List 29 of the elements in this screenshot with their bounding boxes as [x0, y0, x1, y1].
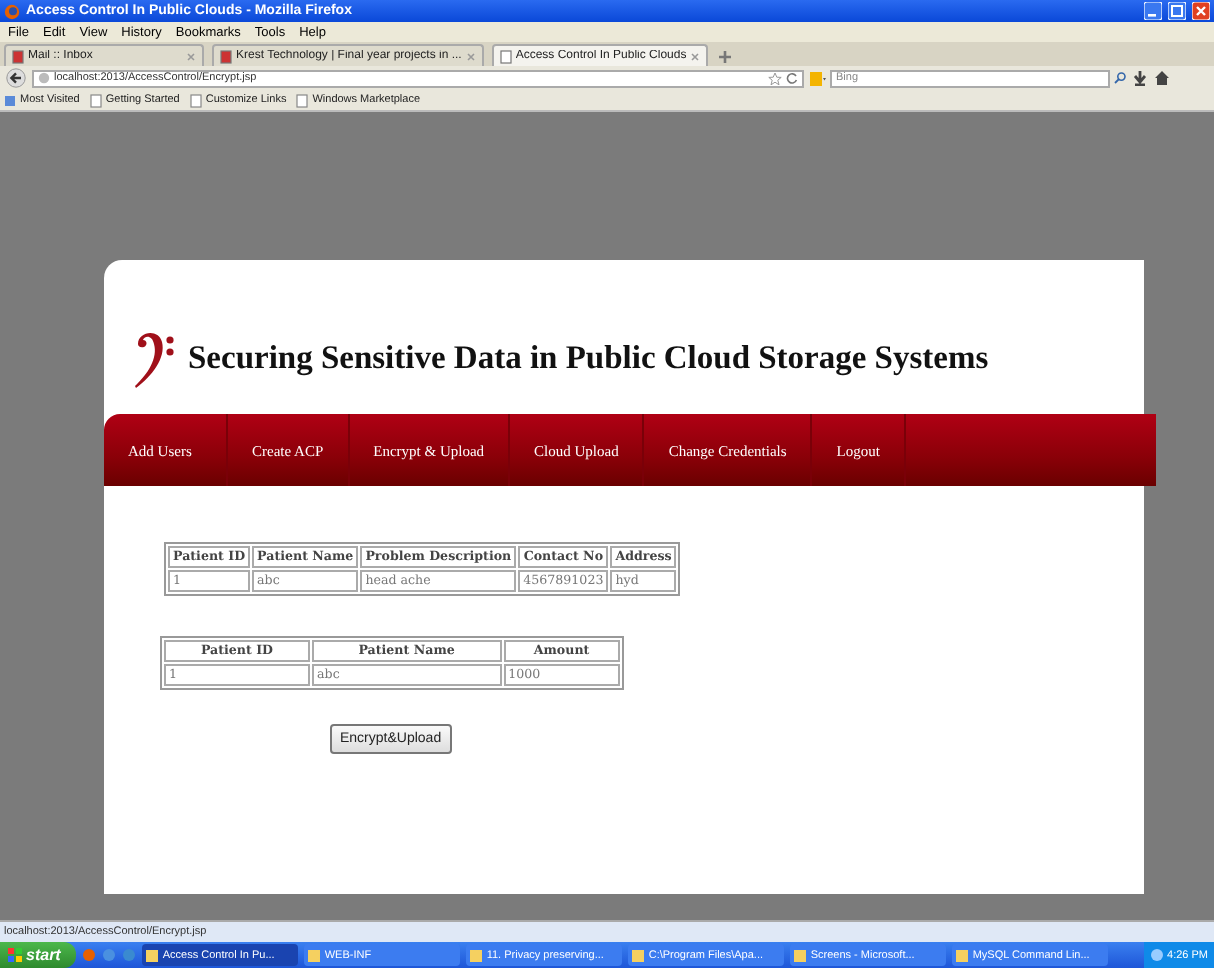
page-icon	[499, 49, 512, 63]
tray-icon[interactable]	[1149, 948, 1164, 962]
firefox-icon	[4, 3, 20, 19]
new-tab-icon[interactable]	[716, 48, 735, 66]
page-heading: Securing Sensitive Data in Public Cloud Storage Systems	[188, 337, 989, 377]
page-icon	[89, 93, 102, 107]
window-icon	[308, 949, 321, 961]
window-icon	[632, 949, 645, 961]
home-icon[interactable]	[1154, 70, 1170, 86]
reload-icon[interactable]	[786, 72, 798, 84]
page-icon	[189, 93, 202, 107]
window-icon	[470, 949, 483, 961]
star-icon[interactable]	[768, 71, 782, 85]
close-icon[interactable]	[186, 51, 196, 61]
window-icon	[146, 949, 159, 961]
window-icon	[794, 949, 807, 961]
bing-icon	[810, 71, 826, 85]
back-icon[interactable]	[6, 68, 26, 88]
maximize-icon[interactable]	[1168, 2, 1186, 20]
page-icon	[220, 49, 232, 63]
close-icon[interactable]	[690, 51, 701, 61]
search-icon[interactable]	[1114, 72, 1126, 84]
page-icon	[296, 93, 309, 107]
minimize-icon[interactable]	[1144, 2, 1162, 20]
page-icon	[12, 49, 24, 63]
window-icon	[956, 949, 969, 961]
close-icon[interactable]	[465, 51, 476, 61]
windows-logo-icon	[8, 948, 22, 962]
download-icon[interactable]	[1132, 70, 1148, 86]
